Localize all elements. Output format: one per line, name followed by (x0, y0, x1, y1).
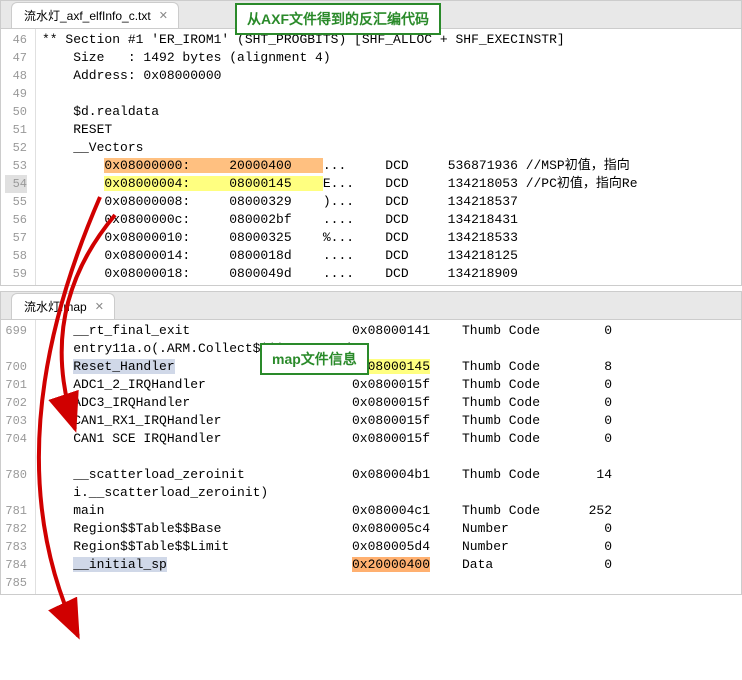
line-number: 55 (5, 193, 27, 211)
code-area-top: 4647484950515253545556575859 ** Section … (1, 29, 741, 285)
line-number (5, 340, 27, 358)
code-area-bottom: 699 700701702703704 780 781782783784785 … (1, 320, 741, 594)
line-number: 702 (5, 394, 27, 412)
line-number: 59 (5, 265, 27, 283)
tab-label: 流水灯.map (24, 298, 87, 315)
line-number: 704 (5, 430, 27, 448)
line-number: 780 (5, 466, 27, 484)
code-line (36, 448, 741, 466)
code-line: ADC1_2_IRQHandler0x0800015fThumb Code0 (36, 376, 741, 394)
code-line: __scatterload_zeroinit0x080004b1Thumb Co… (36, 466, 741, 484)
tab-bar-bottom: 流水灯.map ✕ (1, 292, 741, 320)
line-number: 701 (5, 376, 27, 394)
editor-pane-axf: 流水灯_axf_elfInfo_c.txt ✕ 4647484950515253… (0, 0, 742, 286)
code-line: $d.realdata (36, 103, 741, 121)
gutter-top: 4647484950515253545556575859 (1, 29, 36, 285)
line-number: 46 (5, 31, 27, 49)
code-line: 0x08000008: 08000329 )... DCD 134218537 (36, 193, 741, 211)
code-line: main0x080004c1Thumb Code252 (36, 502, 741, 520)
close-icon[interactable]: ✕ (159, 9, 168, 22)
tab-map[interactable]: 流水灯.map ✕ (11, 293, 115, 319)
line-number: 54 (5, 175, 27, 193)
code-line: __rt_final_exit0x08000141Thumb Code0 (36, 322, 741, 340)
line-number: 52 (5, 139, 27, 157)
gutter-bottom: 699 700701702703704 780 781782783784785 (1, 320, 36, 594)
code-line: Region$$Table$$Limit0x080005d4Number0 (36, 538, 741, 556)
line-number: 47 (5, 49, 27, 67)
line-number: 53 (5, 157, 27, 175)
line-number: 57 (5, 229, 27, 247)
code-line: 0x08000018: 0800049d .... DCD 134218909 (36, 265, 741, 283)
code-content-top[interactable]: ** Section #1 'ER_IROM1' (SHT_PROGBITS) … (36, 29, 741, 285)
tab-label: 流水灯_axf_elfInfo_c.txt (24, 7, 151, 24)
annotation-mid: map文件信息 (260, 343, 369, 375)
code-line: CAN1 SCE IRQHandler0x0800015fThumb Code0 (36, 430, 741, 448)
line-number: 48 (5, 67, 27, 85)
editor-pane-map: 流水灯.map ✕ 699 700701702703704 780 781782… (0, 291, 742, 595)
line-number: 784 (5, 556, 27, 574)
line-number: 785 (5, 574, 27, 592)
annotation-top: 从AXF文件得到的反汇编代码 (235, 3, 441, 35)
code-line: 0x08000004: 08000145 E... DCD 134218053 … (36, 175, 741, 193)
code-line: CAN1_RX1_IRQHandler0x0800015fThumb Code0 (36, 412, 741, 430)
code-line: RESET (36, 121, 741, 139)
line-number: 700 (5, 358, 27, 376)
code-line: Size : 1492 bytes (alignment 4) (36, 49, 741, 67)
line-number: 781 (5, 502, 27, 520)
code-line: 0x08000010: 08000325 %... DCD 134218533 (36, 229, 741, 247)
line-number: 699 (5, 322, 27, 340)
code-line: 0x08000014: 0800018d .... DCD 134218125 (36, 247, 741, 265)
line-number: 51 (5, 121, 27, 139)
code-line: ADC3_IRQHandler0x0800015fThumb Code0 (36, 394, 741, 412)
code-line: 0x0800000c: 080002bf .... DCD 134218431 (36, 211, 741, 229)
code-line: Address: 0x08000000 (36, 67, 741, 85)
line-number: 58 (5, 247, 27, 265)
code-line: entry11a.o(.ARM.Collect$$$$0000000F) (36, 340, 741, 358)
close-icon[interactable]: ✕ (95, 300, 104, 313)
line-number: 56 (5, 211, 27, 229)
code-line: 0x08000000: 20000400 ... DCD 536871936 /… (36, 157, 741, 175)
line-number: 50 (5, 103, 27, 121)
line-number (5, 448, 27, 466)
line-number (5, 484, 27, 502)
code-line: Reset_Handler0x08000145Thumb Code8 (36, 358, 741, 376)
code-line: Region$$Table$$Base0x080005c4Number0 (36, 520, 741, 538)
line-number: 783 (5, 538, 27, 556)
tab-axf[interactable]: 流水灯_axf_elfInfo_c.txt ✕ (11, 2, 179, 28)
code-line: i.__scatterload_zeroinit) (36, 484, 741, 502)
line-number: 49 (5, 85, 27, 103)
line-number: 782 (5, 520, 27, 538)
code-line: __Vectors (36, 139, 741, 157)
code-content-bottom[interactable]: __rt_final_exit0x08000141Thumb Code0 ent… (36, 320, 741, 594)
line-number: 703 (5, 412, 27, 430)
code-line (36, 574, 741, 592)
code-line (36, 85, 741, 103)
code-line: __initial_sp0x20000400Data0 (36, 556, 741, 574)
